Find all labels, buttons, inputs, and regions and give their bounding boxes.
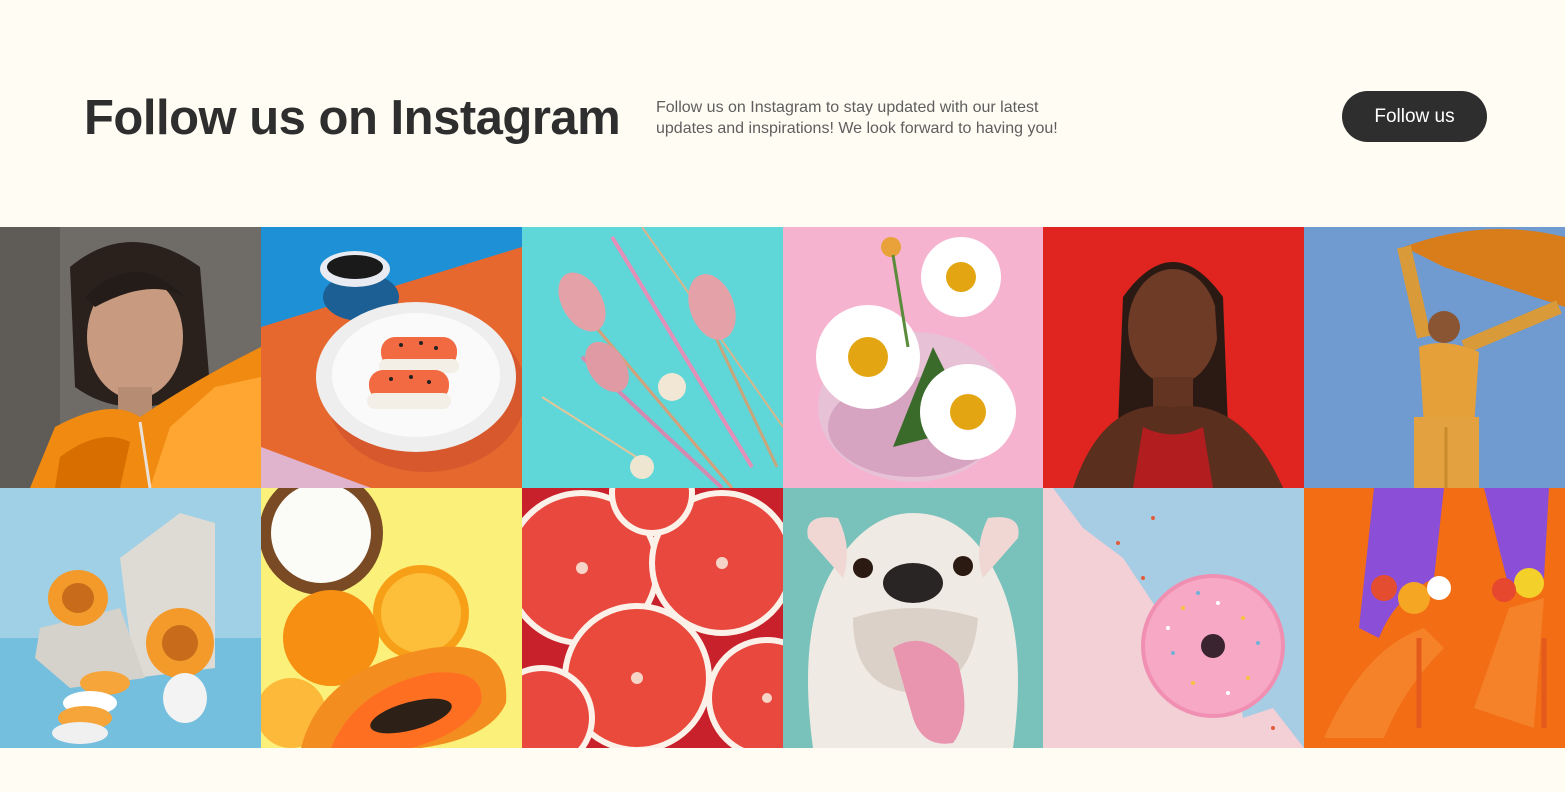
- photo-tropical-fruits[interactable]: [261, 488, 522, 748]
- photo-grapefruit-slices[interactable]: [522, 488, 783, 748]
- instagram-section: Follow us on Instagram Follow us on Inst…: [0, 0, 1565, 792]
- section-title: Follow us on Instagram: [84, 91, 621, 145]
- instagram-photo-grid: [0, 227, 1565, 748]
- photo-pink-donut[interactable]: [1043, 488, 1304, 748]
- photo-sushi-plate[interactable]: [261, 227, 522, 488]
- photo-papaya-stones[interactable]: [0, 488, 261, 748]
- photo-woman-red-background[interactable]: [1043, 227, 1304, 488]
- photo-woman-orange-jacket[interactable]: [0, 227, 261, 488]
- follow-us-button[interactable]: Follow us: [1342, 91, 1487, 142]
- photo-daisies-glass[interactable]: [783, 227, 1043, 488]
- photo-dried-flowers[interactable]: [522, 227, 783, 488]
- photo-bulldog[interactable]: [783, 488, 1043, 748]
- photo-woman-yellow-cloth[interactable]: [1304, 227, 1565, 488]
- section-description: Follow us on Instagram to stay updated w…: [656, 99, 1058, 137]
- section-header: Follow us on Instagram Follow us on Inst…: [0, 0, 1565, 227]
- photo-heels-flowers[interactable]: [1304, 488, 1565, 748]
